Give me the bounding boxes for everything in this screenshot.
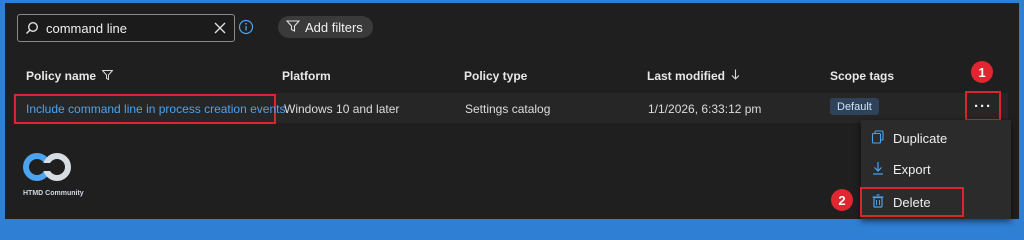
info-icon[interactable]: [238, 19, 254, 35]
column-label: Policy name: [26, 69, 97, 83]
duplicate-icon: [871, 129, 885, 147]
sort-descending-icon[interactable]: [731, 69, 740, 83]
search-input[interactable]: command line: [17, 14, 235, 42]
delete-highlight-box: [860, 187, 964, 217]
column-header-platform[interactable]: Platform: [282, 69, 331, 83]
scope-tag-badge: Default: [830, 98, 879, 115]
menu-item-export[interactable]: Export: [861, 154, 1011, 184]
download-icon: [871, 161, 885, 178]
column-label: Last modified: [647, 69, 726, 83]
callout-badge-1: 1: [971, 61, 993, 83]
column-label: Policy type: [464, 69, 528, 83]
menu-item-label: Duplicate: [893, 130, 948, 146]
column-header-last-modified[interactable]: Last modified: [647, 69, 740, 83]
column-header-scope-tags[interactable]: Scope tags: [830, 69, 894, 83]
platform-cell: Windows 10 and later: [284, 102, 400, 116]
column-label: Scope tags: [830, 69, 895, 83]
last-modified-cell: 1/1/2026, 6:33:12 pm: [648, 102, 762, 116]
search-value[interactable]: command line: [46, 21, 206, 36]
filter-icon: [285, 19, 301, 35]
more-actions-button[interactable]: ···: [965, 91, 1001, 121]
callout-badge-2: 2: [831, 189, 853, 211]
clear-icon[interactable]: [206, 22, 234, 34]
menu-item-duplicate[interactable]: Duplicate: [861, 123, 1011, 153]
policy-type-cell: Settings catalog: [465, 102, 551, 116]
filter-icon[interactable]: [101, 69, 114, 83]
menu-item-label: Export: [893, 161, 931, 177]
logo-text: HTMD Community: [23, 190, 84, 197]
column-label: Platform: [282, 69, 331, 83]
add-filters-label: Add filters: [305, 19, 363, 35]
column-header-policy-type[interactable]: Policy type: [464, 69, 527, 83]
policy-name-link[interactable]: Include command line in process creation…: [14, 94, 285, 124]
column-header-policy-name[interactable]: Policy name: [26, 69, 114, 83]
app-frame: command line Add filters Policy name Pla…: [5, 3, 1019, 219]
search-icon: [18, 21, 46, 35]
add-filters-button[interactable]: Add filters: [278, 16, 373, 38]
